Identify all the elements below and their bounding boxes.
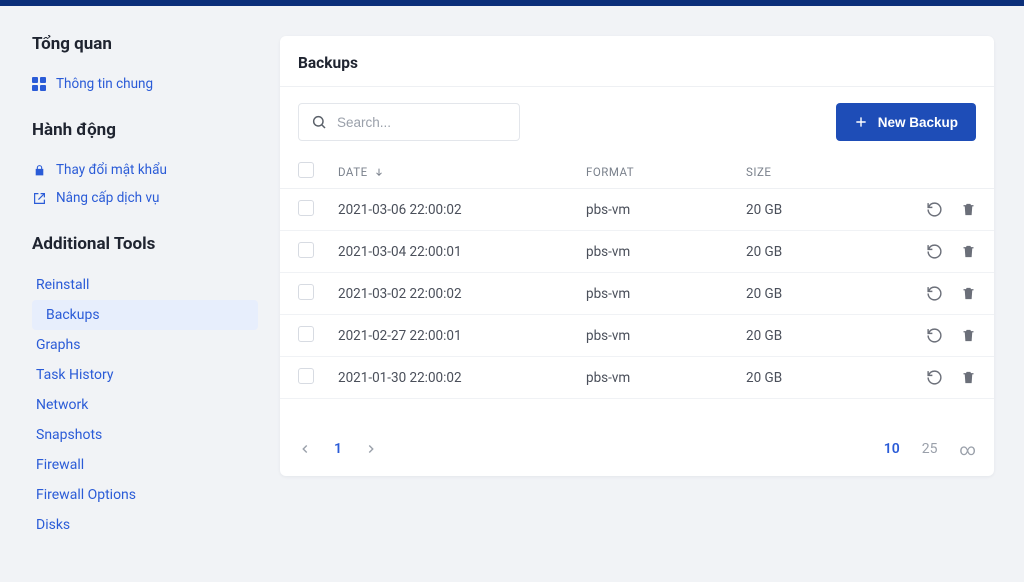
backups-card: Backups New Backup	[280, 36, 994, 476]
delete-button[interactable]	[961, 202, 976, 217]
sidebar-item-firewall-options[interactable]: Firewall Options	[32, 480, 258, 510]
sidebar-item-disks[interactable]: Disks	[32, 510, 258, 540]
sidebar-section-title: Tổng quan	[32, 34, 258, 54]
column-header-size[interactable]: SIZE	[746, 165, 906, 179]
sidebar-item-backups[interactable]: Backups	[32, 300, 258, 330]
sidebar-item-label: Reinstall	[36, 277, 89, 293]
sidebar-item-label: Disks	[36, 517, 70, 533]
sidebar-item-label: Thông tin chung	[56, 76, 153, 92]
main-content: Backups New Backup	[280, 6, 1024, 582]
restore-button[interactable]	[926, 201, 943, 218]
sidebar-item-label: Graphs	[36, 337, 80, 353]
table-row: 2021-03-04 22:00:01 pbs-vm 20 GB	[280, 231, 994, 273]
sidebar-item-label: Nâng cấp dịch vụ	[56, 190, 159, 206]
delete-button[interactable]	[961, 286, 976, 301]
toolbar: New Backup	[280, 87, 994, 155]
new-backup-button[interactable]: New Backup	[836, 103, 976, 141]
cell-date: 2021-03-02 22:00:02	[338, 286, 586, 302]
delete-button[interactable]	[961, 328, 976, 343]
delete-button[interactable]	[961, 244, 976, 259]
restore-button[interactable]	[926, 369, 943, 386]
table-header: DATE FORMAT SIZE	[280, 155, 994, 189]
page-size-option[interactable]: 10	[884, 441, 900, 457]
sort-descending-icon	[374, 167, 384, 177]
sidebar-item-label: Firewall	[36, 457, 84, 473]
page-size-selector: 10 25 ∞	[884, 439, 976, 458]
table-row: 2021-01-30 22:00:02 pbs-vm 20 GB	[280, 357, 994, 399]
sidebar-item-label: Thay đổi mật khẩu	[56, 162, 167, 178]
cell-date: 2021-03-04 22:00:01	[338, 244, 586, 260]
sidebar-item-network[interactable]: Network	[32, 390, 258, 420]
page-number[interactable]: 1	[334, 441, 342, 457]
column-label: FORMAT	[586, 165, 634, 179]
sidebar-item-label: Firewall Options	[36, 487, 136, 503]
row-checkbox[interactable]	[298, 200, 314, 216]
pagination: 1	[298, 441, 378, 457]
next-page-button[interactable]	[364, 442, 378, 456]
cell-size: 20 GB	[746, 370, 906, 386]
cell-size: 20 GB	[746, 202, 906, 218]
page-size-option[interactable]: 25	[922, 441, 938, 457]
table-row: 2021-03-06 22:00:02 pbs-vm 20 GB	[280, 189, 994, 231]
table-row: 2021-03-02 22:00:02 pbs-vm 20 GB	[280, 273, 994, 315]
dashboard-icon	[32, 77, 46, 91]
restore-button[interactable]	[926, 243, 943, 260]
sidebar-item-change-password[interactable]: Thay đổi mật khẩu	[32, 156, 258, 184]
column-header-format[interactable]: FORMAT	[586, 165, 746, 179]
sidebar-item-label: Snapshots	[36, 427, 102, 443]
cell-date: 2021-03-06 22:00:02	[338, 202, 586, 218]
cell-format: pbs-vm	[586, 286, 746, 302]
backups-table: DATE FORMAT SIZE 2021-03-06 22:00:02 pbs…	[280, 155, 994, 399]
search-input-wrap[interactable]	[298, 103, 520, 141]
row-checkbox[interactable]	[298, 242, 314, 258]
search-icon	[311, 114, 327, 130]
sidebar-item-graphs[interactable]: Graphs	[32, 330, 258, 360]
sidebar-item-label: Task History	[36, 367, 114, 383]
sidebar-section-overview: Tổng quan Thông tin chung	[32, 34, 258, 98]
cell-date: 2021-02-27 22:00:01	[338, 328, 586, 344]
lock-icon	[32, 163, 46, 177]
row-checkbox[interactable]	[298, 368, 314, 384]
page-title: Backups	[280, 36, 994, 87]
cell-size: 20 GB	[746, 328, 906, 344]
external-link-icon	[32, 191, 46, 205]
sidebar-section-actions: Hành động Thay đổi mật khẩu Nâng cấp dịc…	[32, 120, 258, 212]
restore-button[interactable]	[926, 327, 943, 344]
sidebar: Tổng quan Thông tin chung Hành động Thay…	[0, 6, 280, 582]
column-label: DATE	[338, 165, 368, 179]
sidebar-item-general-info[interactable]: Thông tin chung	[32, 70, 258, 98]
sidebar-item-snapshots[interactable]: Snapshots	[32, 420, 258, 450]
row-checkbox[interactable]	[298, 326, 314, 342]
sidebar-section-title: Additional Tools	[32, 234, 258, 254]
cell-date: 2021-01-30 22:00:02	[338, 370, 586, 386]
column-header-date[interactable]: DATE	[338, 165, 586, 179]
table-footer: 1 10 25 ∞	[280, 425, 994, 476]
sidebar-section-title: Hành động	[32, 120, 258, 140]
column-label: SIZE	[746, 165, 771, 179]
cell-size: 20 GB	[746, 286, 906, 302]
sidebar-item-task-history[interactable]: Task History	[32, 360, 258, 390]
sidebar-item-upgrade-service[interactable]: Nâng cấp dịch vụ	[32, 184, 258, 212]
row-checkbox[interactable]	[298, 284, 314, 300]
select-all-checkbox[interactable]	[298, 162, 314, 178]
restore-button[interactable]	[926, 285, 943, 302]
sidebar-item-firewall[interactable]: Firewall	[32, 450, 258, 480]
sidebar-section-tools: Additional Tools Reinstall Backups Graph…	[32, 234, 258, 540]
cell-size: 20 GB	[746, 244, 906, 260]
cell-format: pbs-vm	[586, 328, 746, 344]
prev-page-button[interactable]	[298, 442, 312, 456]
sidebar-item-reinstall[interactable]: Reinstall	[32, 270, 258, 300]
cell-format: pbs-vm	[586, 370, 746, 386]
sidebar-item-label: Network	[36, 397, 88, 413]
sidebar-item-label: Backups	[46, 307, 100, 323]
cell-format: pbs-vm	[586, 202, 746, 218]
delete-button[interactable]	[961, 370, 976, 385]
plus-icon	[854, 115, 868, 129]
cell-format: pbs-vm	[586, 244, 746, 260]
button-label: New Backup	[878, 115, 958, 130]
search-input[interactable]	[337, 115, 514, 130]
table-row: 2021-02-27 22:00:01 pbs-vm 20 GB	[280, 315, 994, 357]
page-size-option[interactable]: ∞	[960, 440, 976, 459]
